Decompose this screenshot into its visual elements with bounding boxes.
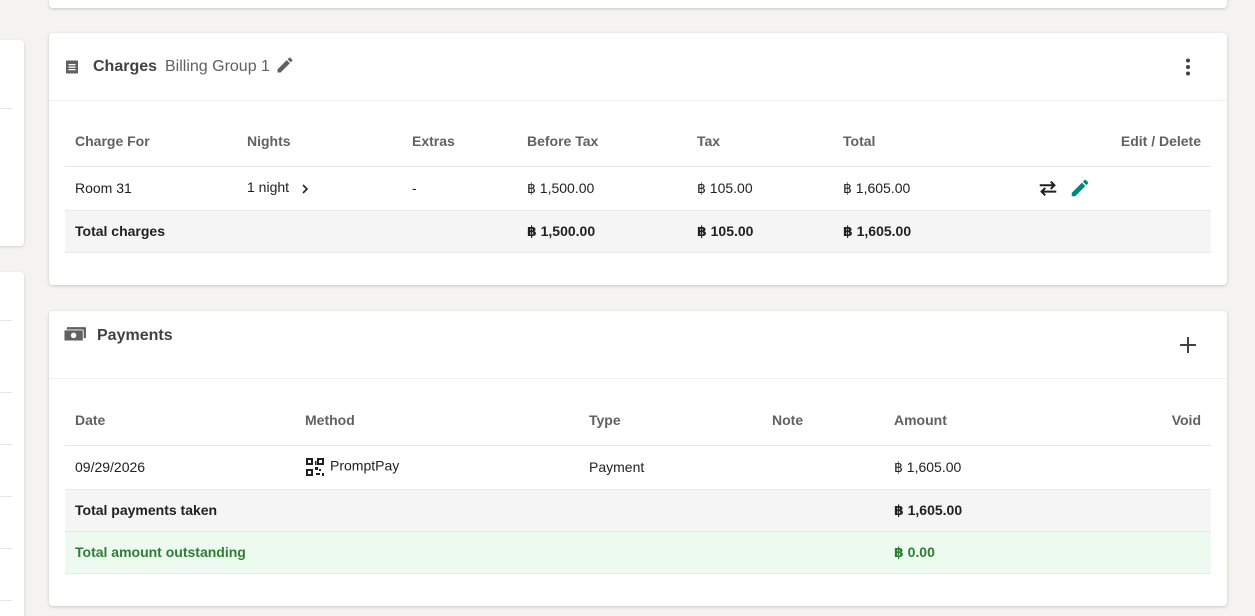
pencil-icon[interactable]	[275, 55, 295, 75]
payment-date-cell: 09/29/2026	[65, 445, 295, 490]
charge-for-cell: Room 31	[65, 166, 237, 211]
qr-code-icon	[306, 458, 324, 476]
charges-header: Charges Billing Group 1	[49, 33, 1227, 101]
col-edit-delete: Edit / Delete	[1023, 116, 1211, 167]
chevron-right-icon[interactable]	[297, 181, 313, 197]
col-tax: Tax	[687, 116, 833, 167]
payment-amount-cell: ฿ 1,605.00	[884, 445, 1084, 490]
payments-title: Payments	[97, 327, 173, 344]
side-panel-top	[0, 40, 24, 246]
charges-total-row: Total charges ฿ 1,500.00 ฿ 105.00 ฿ 1,60…	[65, 210, 1211, 253]
charges-title: Charges	[93, 58, 158, 75]
col-nights: Nights	[237, 116, 402, 167]
payments-header-row: Date Method Type Note Amount Void	[65, 395, 1211, 446]
payment-method-cell: PromptPay	[295, 445, 579, 490]
outstanding-label: Total amount outstanding	[65, 531, 295, 574]
col-total: Total	[833, 116, 1023, 167]
payment-void-cell	[1084, 445, 1211, 490]
nights-value: 1 night	[247, 179, 290, 196]
payments-header: Payments	[49, 311, 1227, 379]
col-amount: Amount	[884, 395, 1084, 446]
payments-total-row: Total payments taken ฿ 1,605.00	[65, 489, 1211, 532]
charges-card: Charges Billing Group 1 Charge For Night…	[49, 33, 1227, 285]
side-panel-bottom	[0, 272, 24, 616]
pencil-icon[interactable]	[1069, 177, 1091, 199]
col-note: Note	[762, 395, 884, 446]
swap-icon[interactable]	[1037, 177, 1059, 199]
edit-delete-cell	[1023, 166, 1211, 211]
col-date: Date	[65, 395, 295, 446]
payments-card: Payments Date Method Type Note Amount Vo…	[49, 311, 1227, 606]
col-before-tax: Before Tax	[517, 116, 687, 167]
col-method: Method	[295, 395, 579, 446]
outstanding-amount: ฿ 0.00	[884, 531, 1084, 574]
cash-icon	[64, 327, 86, 342]
table-row: 09/29/2026 PromptPay Payment ฿ 1,605.00	[65, 445, 1211, 490]
total-amount: ฿ 1,605.00	[833, 210, 1023, 253]
nights-cell[interactable]: 1 night	[237, 166, 402, 211]
col-type: Type	[579, 395, 762, 446]
payments-table: Date Method Type Note Amount Void 09/29/…	[65, 395, 1211, 574]
total-cell: ฿ 1,605.00	[833, 166, 1023, 211]
col-void: Void	[1084, 395, 1211, 446]
total-payments-amount: ฿ 1,605.00	[884, 489, 1084, 532]
charges-header-row: Charge For Nights Extras Before Tax Tax …	[65, 116, 1211, 167]
outstanding-row: Total amount outstanding ฿ 0.00	[65, 531, 1211, 574]
total-before-tax: ฿ 1,500.00	[517, 210, 687, 253]
previous-card	[49, 0, 1227, 8]
before-tax-cell: ฿ 1,500.00	[517, 166, 687, 211]
total-payments-label: Total payments taken	[65, 489, 295, 532]
payment-type-cell: Payment	[579, 445, 762, 490]
billing-group-name: Billing Group 1	[165, 58, 270, 75]
plus-icon[interactable]	[1176, 333, 1200, 357]
total-tax: ฿ 105.00	[687, 210, 833, 253]
charges-table: Charge For Nights Extras Before Tax Tax …	[65, 116, 1211, 253]
table-row: Room 31 1 night - ฿ 1,500.00 ฿ 105.00 ฿ …	[65, 166, 1211, 211]
more-vert-icon[interactable]	[1176, 55, 1200, 79]
col-charge-for: Charge For	[65, 116, 237, 167]
tax-cell: ฿ 105.00	[687, 166, 833, 211]
payment-method-label: PromptPay	[330, 457, 400, 474]
total-charges-label: Total charges	[65, 210, 237, 253]
payment-note-cell	[762, 445, 884, 490]
col-extras: Extras	[402, 116, 517, 167]
extras-cell: -	[402, 166, 517, 211]
receipt-icon	[66, 60, 78, 74]
